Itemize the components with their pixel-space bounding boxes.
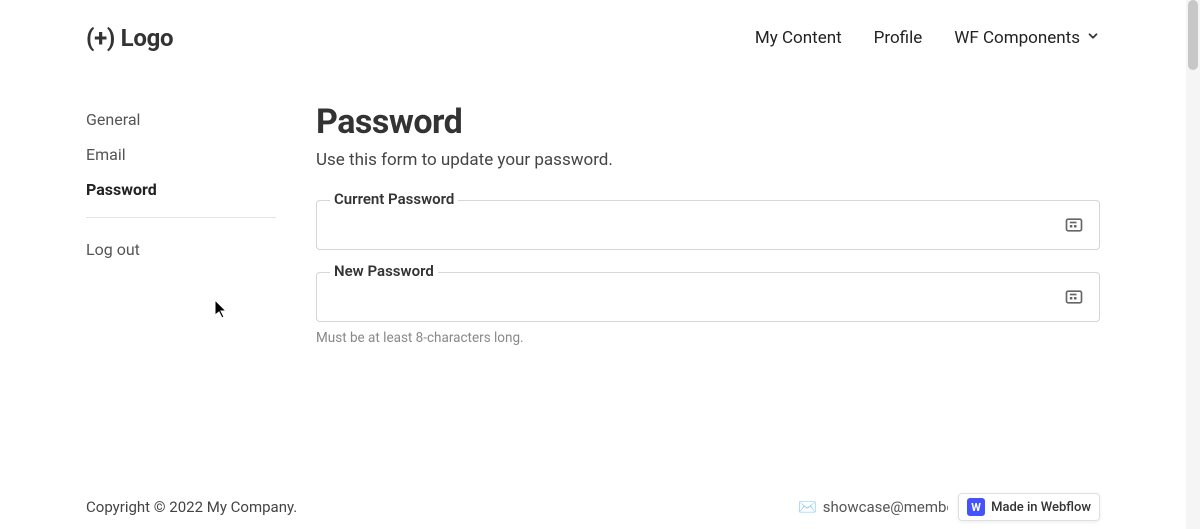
sidebar-item-password[interactable]: Password <box>86 172 276 207</box>
nav-wf-components-label: WF Components <box>954 28 1080 48</box>
new-password-label: New Password <box>330 262 438 280</box>
webflow-badge[interactable]: W Made in Webflow <box>958 493 1100 521</box>
footer-email: ✉️ showcase@member <box>798 498 948 516</box>
settings-sidebar: General Email Password Log out <box>86 102 276 346</box>
webflow-logo-icon: W <box>967 498 985 516</box>
password-manager-icon[interactable] <box>1064 215 1084 235</box>
nav-my-content[interactable]: My Content <box>755 28 842 48</box>
sidebar-logout[interactable]: Log out <box>86 232 276 267</box>
webflow-badge-label: Made in Webflow <box>991 500 1091 515</box>
footer-copyright: Copyright © 2022 My Company. <box>86 498 297 516</box>
page-subtitle: Use this form to update your password. <box>316 150 1100 170</box>
header: (+) Logo My Content Profile WF Component… <box>0 0 1186 62</box>
nav-profile[interactable]: Profile <box>874 28 923 48</box>
password-manager-icon[interactable] <box>1064 287 1084 307</box>
footer: Copyright © 2022 My Company. ✉️ showcase… <box>0 493 1186 521</box>
top-nav: My Content Profile WF Components <box>755 28 1100 48</box>
sidebar-item-email[interactable]: Email <box>86 137 276 172</box>
main-content: Password Use this form to update your pa… <box>316 102 1100 346</box>
sidebar-item-general[interactable]: General <box>86 102 276 137</box>
new-password-helper: Must be at least 8-characters long. <box>316 330 1100 346</box>
scrollbar-thumb[interactable] <box>1188 0 1198 70</box>
chevron-down-icon <box>1086 28 1100 48</box>
mail-icon: ✉️ <box>798 498 817 516</box>
site-logo[interactable]: (+) Logo <box>86 24 173 52</box>
nav-wf-components[interactable]: WF Components <box>954 28 1100 48</box>
page-title: Password <box>316 102 1100 142</box>
current-password-group: Current Password <box>316 200 1100 250</box>
sidebar-divider <box>86 217 276 218</box>
footer-email-text: showcase@member <box>823 498 948 516</box>
scrollbar-track[interactable] <box>1186 0 1200 529</box>
current-password-label: Current Password <box>330 190 458 208</box>
new-password-group: New Password <box>316 272 1100 322</box>
